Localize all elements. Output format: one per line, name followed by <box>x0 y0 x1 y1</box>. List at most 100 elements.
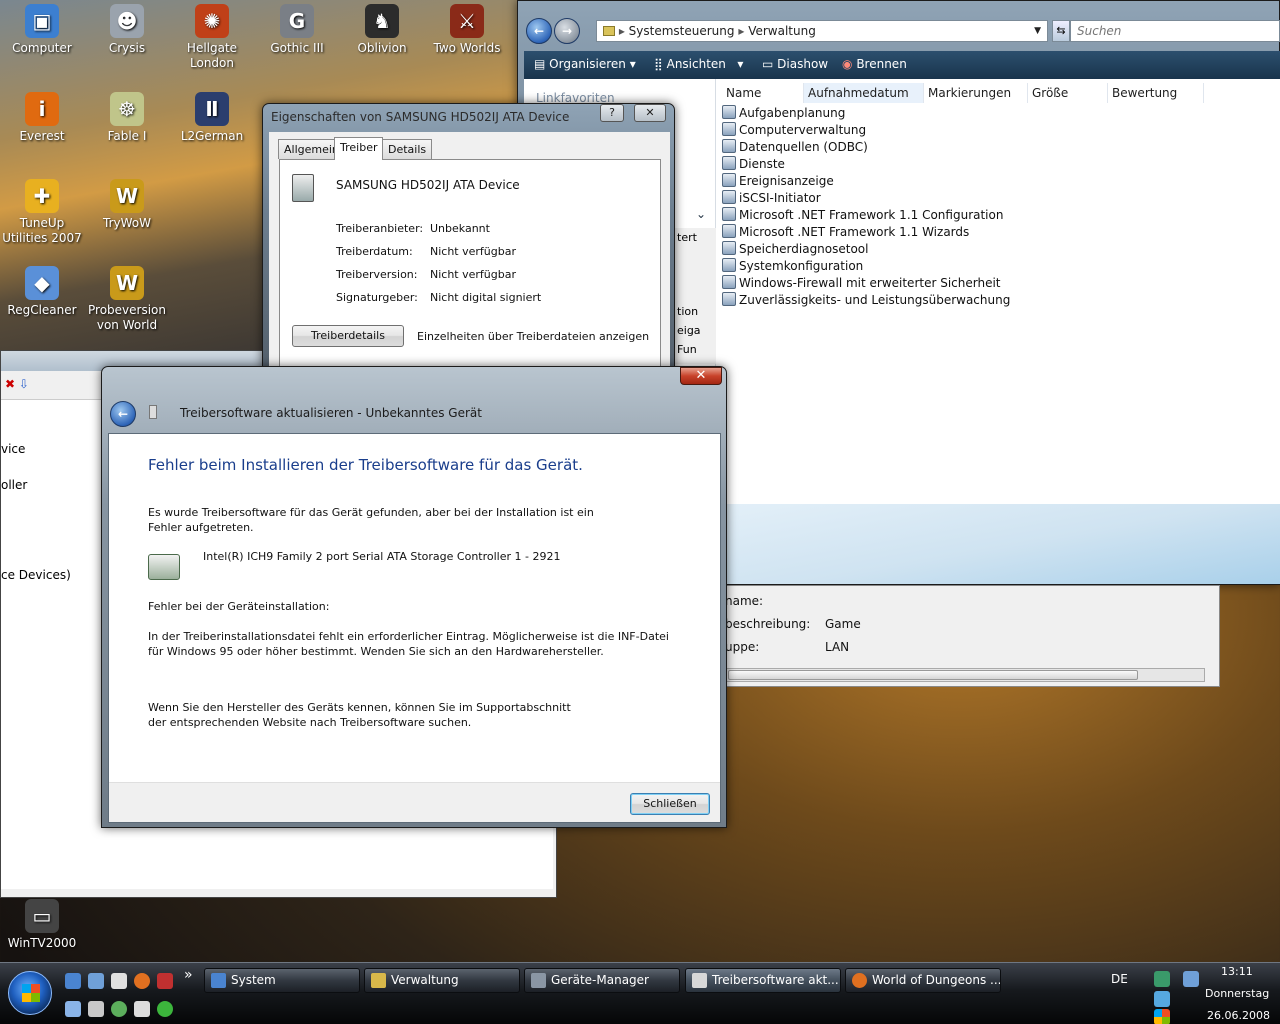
controller-icon <box>148 554 180 580</box>
tab-details[interactable]: Details <box>382 139 433 159</box>
file-item[interactable]: Ereignisanzeige <box>722 173 1262 190</box>
crysis-icon: ☻ <box>110 4 144 38</box>
switch-windows-icon[interactable] <box>88 973 104 989</box>
tab-driver[interactable]: Treiber <box>334 137 384 160</box>
taskbar-button-verwaltung[interactable]: Verwaltung <box>364 968 520 993</box>
address-bar[interactable]: ▸ Systemsteuerung ▸ Verwaltung ▼ <box>596 20 1048 42</box>
column-header-tags[interactable]: Markierungen <box>924 83 1028 103</box>
horizontal-scrollbar[interactable] <box>725 668 1205 682</box>
windows-flag-icon[interactable] <box>1154 1009 1170 1024</box>
tree-item[interactable]: oller <box>1 478 27 492</box>
close-button[interactable]: ✕ <box>634 104 666 122</box>
start-button[interactable] <box>8 971 52 1015</box>
file-item-label: iSCSI-Initiator <box>739 191 821 205</box>
file-item[interactable]: Microsoft .NET Framework 1.1 Wizards <box>722 224 1262 241</box>
shortcut-icon <box>722 258 736 272</box>
show-desktop-icon[interactable] <box>65 973 81 989</box>
desktop-icon-crysis[interactable]: ☻ Crysis <box>85 4 169 56</box>
taskbar-button-driver-update[interactable]: Treibersoftware akt... <box>685 968 841 993</box>
more-quicklaunch-button[interactable]: » <box>184 967 193 983</box>
quicklaunch-icon[interactable] <box>111 1001 127 1017</box>
quicklaunch-icon[interactable] <box>157 1001 173 1017</box>
uninstall-icon[interactable]: ✖ ⇩ <box>5 377 29 391</box>
quicklaunch-icon[interactable] <box>157 973 173 989</box>
file-item[interactable]: iSCSI-Initiator <box>722 190 1262 207</box>
views-menu[interactable]: ⣿ Ansichten ▾ <box>654 57 743 71</box>
back-button[interactable]: ← <box>110 401 136 427</box>
column-header-name[interactable]: Name <box>722 83 804 103</box>
file-item[interactable]: Windows-Firewall mit erweiterter Sicherh… <box>722 275 1262 292</box>
slideshow-button[interactable]: ▭ Diashow <box>762 57 828 71</box>
tray-icon[interactable] <box>1154 971 1170 987</box>
shortcut-icon <box>722 122 736 136</box>
desktop-icon-label: Crysis <box>108 41 146 55</box>
file-item[interactable]: Microsoft .NET Framework 1.1 Configurati… <box>722 207 1262 224</box>
chevron-down-icon[interactable]: ▼ <box>1034 21 1041 41</box>
taskbar-button-system[interactable]: System <box>204 968 360 993</box>
search-input[interactable]: Suchen <box>1070 20 1280 42</box>
burn-button[interactable]: ◉ Brennen <box>842 57 907 71</box>
file-item[interactable]: Datenquellen (ODBC) <box>722 139 1262 156</box>
desktop-icon-hellgate[interactable]: ✺ Hellgate London <box>170 4 254 71</box>
close-button[interactable]: ✕ <box>680 367 722 385</box>
file-item-label: Computerverwaltung <box>739 123 867 137</box>
file-item[interactable]: Zuverlässigkeits- und Leistungsüberwachu… <box>722 292 1262 309</box>
wow-trial-icon: W <box>110 266 144 300</box>
desktop-icon-gothic[interactable]: G Gothic III <box>255 4 339 56</box>
breadcrumb-item[interactable]: Verwaltung <box>748 24 816 38</box>
tray-icon[interactable] <box>1154 991 1170 1007</box>
camera-icon[interactable] <box>134 1001 150 1017</box>
clock-time[interactable]: 13:11 <box>1221 965 1253 978</box>
forward-button[interactable]: → <box>554 18 580 44</box>
file-item[interactable]: Computerverwaltung <box>722 122 1262 139</box>
shortcut-icon <box>722 275 736 289</box>
desktop-icon-regcleaner[interactable]: ◆ RegCleaner <box>0 266 84 318</box>
column-header-rating[interactable]: Bewertung <box>1108 83 1204 103</box>
clock-day[interactable]: Donnerstag <box>1205 987 1269 1000</box>
close-dialog-button[interactable]: Schließen <box>630 793 710 815</box>
shortcut-icon <box>722 207 736 221</box>
desktop-icon-oblivion[interactable]: ♞ Oblivion <box>340 4 424 56</box>
chevron-down-icon[interactable]: ⌄ <box>696 207 706 221</box>
computer-icon: ▣ <box>25 4 59 38</box>
taskbar-button-device-manager[interactable]: Geräte-Manager <box>524 968 680 993</box>
desktop-icon-l2german[interactable]: Ⅱ L2German <box>170 92 254 144</box>
quicklaunch-icon[interactable] <box>65 1001 81 1017</box>
field-value: Nicht verfügbar <box>430 245 516 258</box>
firefox-icon[interactable] <box>134 973 150 989</box>
desktop-icon-wow-trial[interactable]: W Probeversion von World <box>85 266 169 333</box>
taskbar-button-firefox[interactable]: World of Dungeons ... <box>845 968 1001 993</box>
tree-item[interactable]: vice <box>1 442 25 456</box>
desktop-icon-computer[interactable]: ▣ Computer <box>0 4 84 56</box>
help-button[interactable]: ? <box>600 104 624 122</box>
breadcrumb-item[interactable]: Systemsteuerung <box>629 24 735 38</box>
file-item[interactable]: Aufgabenplanung <box>722 105 1262 122</box>
clock-date[interactable]: 26.06.2008 <box>1207 1009 1270 1022</box>
desktop-icon-label: TuneUp Utilities 2007 <box>2 216 82 245</box>
desktop-icon-tuneup[interactable]: ✚ TuneUp Utilities 2007 <box>0 179 84 246</box>
file-item[interactable]: Dienste <box>722 156 1262 173</box>
driver-details-button[interactable]: Treiberdetails <box>292 325 404 347</box>
column-header-size[interactable]: Größe <box>1028 83 1108 103</box>
quicklaunch-icon[interactable] <box>88 1001 104 1017</box>
quicklaunch-icon[interactable] <box>111 973 127 989</box>
language-indicator[interactable]: DE <box>1111 972 1128 986</box>
prop-value <box>825 590 861 613</box>
refresh-icon[interactable]: ⇆ <box>1052 20 1070 42</box>
desktop-icon-wintv[interactable]: ▭ WinTV2000 <box>0 899 84 951</box>
file-item[interactable]: Speicherdiagnosetool <box>722 241 1262 258</box>
organize-menu[interactable]: ▤ Organisieren ▾ <box>534 57 636 71</box>
file-item-label: Systemkonfiguration <box>739 259 864 273</box>
desktop-icon-fable[interactable]: ☸ Fable I <box>85 92 169 144</box>
network-icon[interactable] <box>1183 971 1199 987</box>
back-button[interactable]: ← <box>526 18 552 44</box>
desktop-icon-two-worlds[interactable]: ⚔ Two Worlds <box>425 4 509 56</box>
desktop-icon-wow[interactable]: W TryWoW <box>85 179 169 231</box>
file-item[interactable]: Systemkonfiguration <box>722 258 1262 275</box>
file-item-label: Aufgabenplanung <box>739 106 846 120</box>
desktop-icon-everest[interactable]: i Everest <box>0 92 84 144</box>
device-manager-icon <box>531 973 546 988</box>
column-header-date[interactable]: Aufnahmedatum <box>804 83 924 103</box>
tree-item[interactable]: ce Devices) <box>1 568 71 582</box>
taskbar: » System Verwaltung Geräte-Manager Treib… <box>0 962 1280 1024</box>
